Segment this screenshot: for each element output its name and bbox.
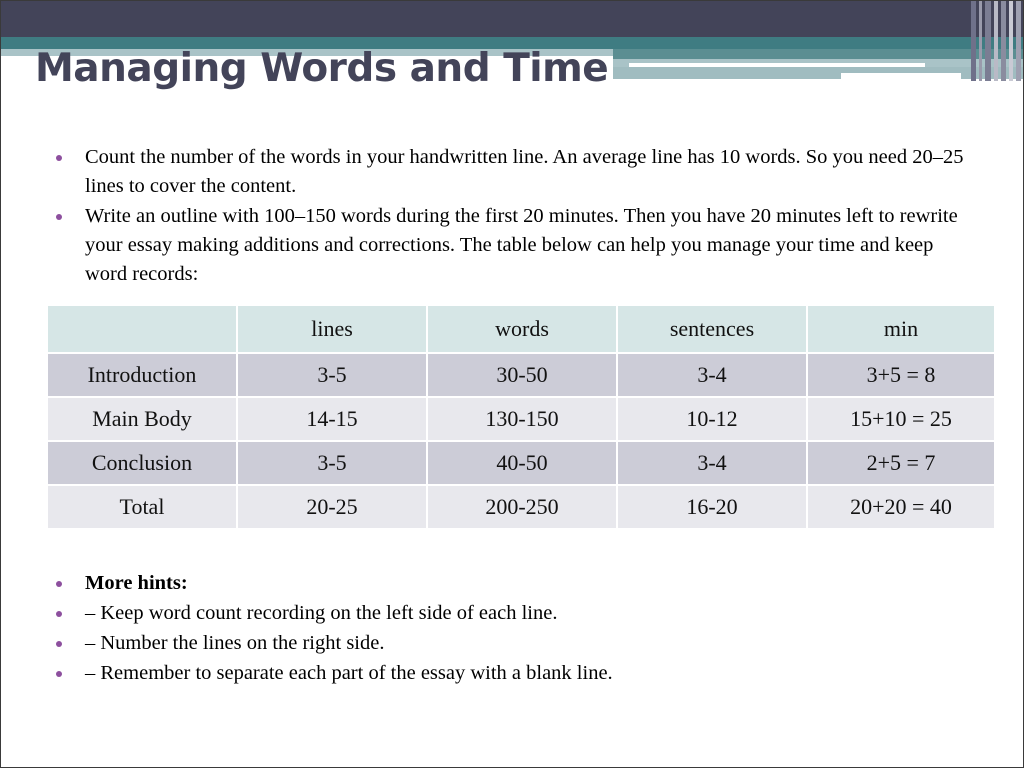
- table-cell-sentences: 3-4: [618, 354, 806, 396]
- bullet-item: Count the number of the words in your ha…: [47, 143, 977, 201]
- table-body: Introduction 3-5 30-50 3-4 3+5 = 8 Main …: [48, 354, 994, 528]
- time-and-words-table: lines words sentences min Introduction 3…: [46, 304, 996, 530]
- table-cell-lines: 14-15: [238, 398, 426, 440]
- table-cell-words: 40-50: [428, 442, 616, 484]
- table-header-cell-min: min: [808, 306, 994, 352]
- table-cell-lines: 3-5: [238, 442, 426, 484]
- table-head: lines words sentences min: [48, 306, 994, 352]
- table-cell-min: 2+5 = 7: [808, 442, 994, 484]
- table-cell-lines: 3-5: [238, 354, 426, 396]
- table-cell-words: 30-50: [428, 354, 616, 396]
- table-row: Main Body 14-15 130-150 10-12 15+10 = 25: [48, 398, 994, 440]
- hints-bullet-list: More hints: – Keep word count recording o…: [47, 569, 977, 689]
- table-cell-sentences: 16-20: [618, 486, 806, 528]
- table-row: Total 20-25 200-250 16-20 20+20 = 40: [48, 486, 994, 528]
- header-vertical-stripe-5: [1009, 1, 1013, 81]
- header-vertical-stripe-1: [979, 1, 982, 81]
- table-cell-words: 130-150: [428, 398, 616, 440]
- slide: Managing Words and Time Count the number…: [0, 0, 1024, 768]
- bullet-item: – Keep word count recording on the left …: [47, 599, 977, 628]
- header-vertical-stripe-6: [1016, 1, 1021, 81]
- table-cell-min: 15+10 = 25: [808, 398, 994, 440]
- table-cell-label: Conclusion: [48, 442, 236, 484]
- page-title: Managing Words and Time: [35, 46, 609, 91]
- table-cell-label: Total: [48, 486, 236, 528]
- table-header-cell-blank: [48, 306, 236, 352]
- header-accent-pale-right-2: [613, 67, 1023, 79]
- table-header-cell-lines: lines: [238, 306, 426, 352]
- intro-bullet-list: Count the number of the words in your ha…: [47, 143, 977, 290]
- header-vertical-stripe-2: [985, 1, 991, 81]
- header-vertical-stripe-3: [994, 1, 998, 81]
- header-accent-teal-right: [613, 49, 1023, 59]
- table-cell-sentences: 10-12: [618, 398, 806, 440]
- table-cell-min: 20+20 = 40: [808, 486, 994, 528]
- header-vertical-stripe-0: [971, 1, 976, 81]
- header-accent-white-stripe-2: [841, 73, 961, 79]
- table-cell-lines: 20-25: [238, 486, 426, 528]
- bullet-item: – Remember to separate each part of the …: [47, 659, 977, 688]
- bullet-item: – Number the lines on the right side.: [47, 629, 977, 658]
- table-header-row: lines words sentences min: [48, 306, 994, 352]
- header-vertical-stripe-4: [1001, 1, 1006, 81]
- table-cell-words: 200-250: [428, 486, 616, 528]
- header-vertical-stripes: [967, 1, 1023, 81]
- bullet-item: More hints:: [47, 569, 977, 598]
- table-cell-label: Introduction: [48, 354, 236, 396]
- table-header-cell-words: words: [428, 306, 616, 352]
- table-cell-min: 3+5 = 8: [808, 354, 994, 396]
- table-cell-label: Main Body: [48, 398, 236, 440]
- table-header-cell-sentences: sentences: [618, 306, 806, 352]
- header-dark-band: [1, 1, 1023, 37]
- table-row: Conclusion 3-5 40-50 3-4 2+5 = 7: [48, 442, 994, 484]
- table-row: Introduction 3-5 30-50 3-4 3+5 = 8: [48, 354, 994, 396]
- table-cell-sentences: 3-4: [618, 442, 806, 484]
- bullet-item: Write an outline with 100–150 words duri…: [47, 202, 977, 289]
